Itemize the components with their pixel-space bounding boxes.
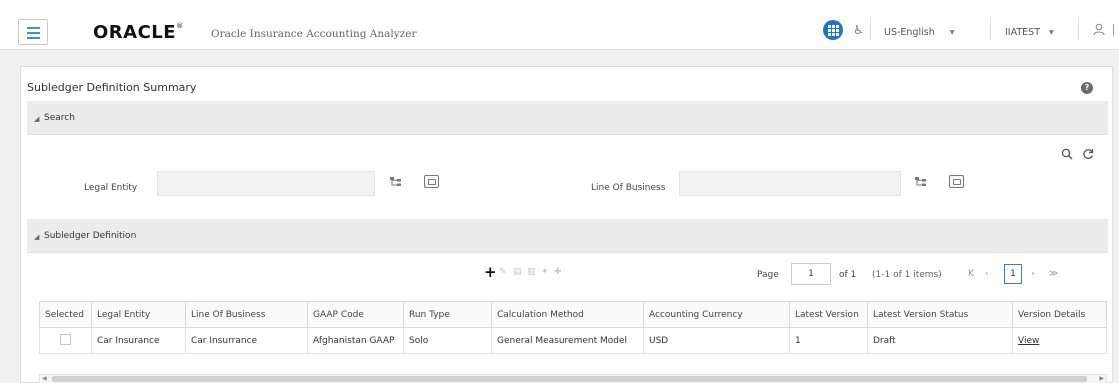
row-checkbox[interactable] (60, 333, 71, 345)
page-title: Subledger Definition Summary (27, 81, 197, 94)
page-of-label: of 1 (839, 270, 857, 280)
edit-icon: ✎ (499, 267, 507, 277)
selector-icon[interactable] (949, 175, 964, 188)
app-header: ORACLE® Oracle Insurance Accounting Anal… (0, 0, 1119, 50)
items-range-label: (1-1 of 1 items) (872, 270, 942, 280)
cell-run-type: Solo (403, 327, 492, 354)
cell-legal-entity: Car Insurance (91, 327, 186, 354)
chevron-down-icon: ▾ (1049, 27, 1054, 38)
column-header-latest-version-status[interactable]: Latest Version Status (867, 301, 1013, 328)
cell-line-of-business: Car Insurrance (185, 327, 308, 354)
hierarchy-icon[interactable] (389, 176, 403, 188)
header-divider (990, 18, 991, 40)
search-section-header[interactable]: ◢ Search (27, 101, 1108, 135)
hierarchy-icon[interactable] (914, 176, 928, 188)
scroll-left-icon[interactable]: ◀ (42, 375, 47, 383)
page-label: Page (757, 270, 779, 280)
column-header-gaap-code[interactable]: GAAP Code (307, 301, 404, 328)
refresh-icon[interactable] (1082, 148, 1094, 163)
app-name: Oracle Insurance Accounting Analyzer (211, 28, 417, 40)
delete-icon: ▥ (527, 267, 536, 277)
page-number-input[interactable]: 1 (791, 263, 831, 285)
line-of-business-input[interactable] (679, 171, 901, 196)
row-select-cell[interactable] (39, 327, 92, 354)
column-header-selected[interactable]: Selected (39, 301, 92, 328)
legal-entity-input[interactable] (157, 171, 375, 196)
last-page-icon[interactable]: ≫ (1049, 269, 1058, 279)
scrollbar-thumb[interactable] (52, 376, 1087, 382)
cell-gaap-code: Afghanistan GAAP (307, 327, 404, 354)
next-page-icon[interactable]: › (1031, 269, 1035, 279)
copy-icon: ▤ (513, 267, 522, 277)
header-divider (1078, 18, 1079, 40)
horizontal-scrollbar[interactable]: ◀ ▶ (39, 374, 1107, 383)
column-header-latest-version[interactable]: Latest Version (789, 301, 868, 328)
subledger-table: Selected Legal Entity Line Of Business G… (39, 301, 1107, 354)
apps-grid-icon[interactable] (823, 20, 843, 40)
table-header-row: Selected Legal Entity Line Of Business G… (39, 301, 1107, 328)
oracle-logo: ORACLE® (93, 22, 184, 43)
first-page-icon[interactable]: K (968, 269, 974, 279)
line-of-business-label: Line Of Business (591, 183, 666, 193)
help-icon[interactable]: ? (1081, 82, 1093, 94)
cell-latest-version-status: Draft (867, 327, 1013, 354)
column-header-version-details[interactable]: Version Details (1012, 301, 1107, 328)
cell-accounting-currency: USD (643, 327, 790, 354)
column-header-accounting-currency[interactable]: Accounting Currency (643, 301, 790, 328)
subledger-section-header[interactable]: ◢ Subledger Definition (27, 219, 1108, 253)
overflow-icon[interactable] (1113, 24, 1119, 36)
column-header-run-type[interactable]: Run Type (403, 301, 492, 328)
cell-latest-version: 1 (789, 327, 868, 354)
more-icon: ✚ (554, 267, 562, 277)
column-header-legal-entity[interactable]: Legal Entity (91, 301, 186, 328)
language-dropdown[interactable]: US-English ▾ (884, 27, 955, 38)
selector-icon[interactable] (424, 175, 439, 188)
user-dropdown[interactable]: IIATEST ▾ (1005, 27, 1054, 38)
view-link[interactable]: View (1018, 336, 1039, 346)
collapse-triangle-icon: ◢ (34, 233, 40, 241)
column-header-line-of-business[interactable]: Line Of Business (185, 301, 308, 328)
main-panel: Subledger Definition Summary ? ◢ Search … (20, 66, 1113, 383)
column-header-calculation-method[interactable]: Calculation Method (491, 301, 644, 328)
chevron-down-icon: ▾ (949, 27, 955, 38)
cell-version-details: View (1012, 327, 1107, 354)
language-value: US-English (884, 27, 935, 38)
scroll-right-icon[interactable]: ▶ (1099, 375, 1104, 383)
add-button[interactable]: + (484, 265, 497, 280)
accessibility-icon[interactable]: ♿ (853, 23, 864, 37)
search-section-label: Search (44, 113, 75, 123)
search-icon[interactable] (1061, 148, 1073, 163)
collapse-triangle-icon: ◢ (34, 115, 40, 123)
user-name: IIATEST (1005, 27, 1041, 38)
current-page-indicator[interactable]: 1 (1004, 264, 1022, 284)
subledger-section-label: Subledger Definition (44, 231, 137, 241)
authorize-icon: ✦ (541, 267, 549, 277)
cell-calculation-method: General Measurement Model (491, 327, 644, 354)
table-row[interactable]: Car Insurance Car Insurrance Afghanistan… (39, 327, 1107, 354)
header-divider (870, 18, 871, 40)
user-profile-icon[interactable] (1093, 23, 1105, 39)
hamburger-menu-icon[interactable] (18, 19, 48, 45)
legal-entity-label: Legal Entity (84, 183, 138, 193)
previous-page-icon[interactable]: ‹ (985, 269, 989, 279)
